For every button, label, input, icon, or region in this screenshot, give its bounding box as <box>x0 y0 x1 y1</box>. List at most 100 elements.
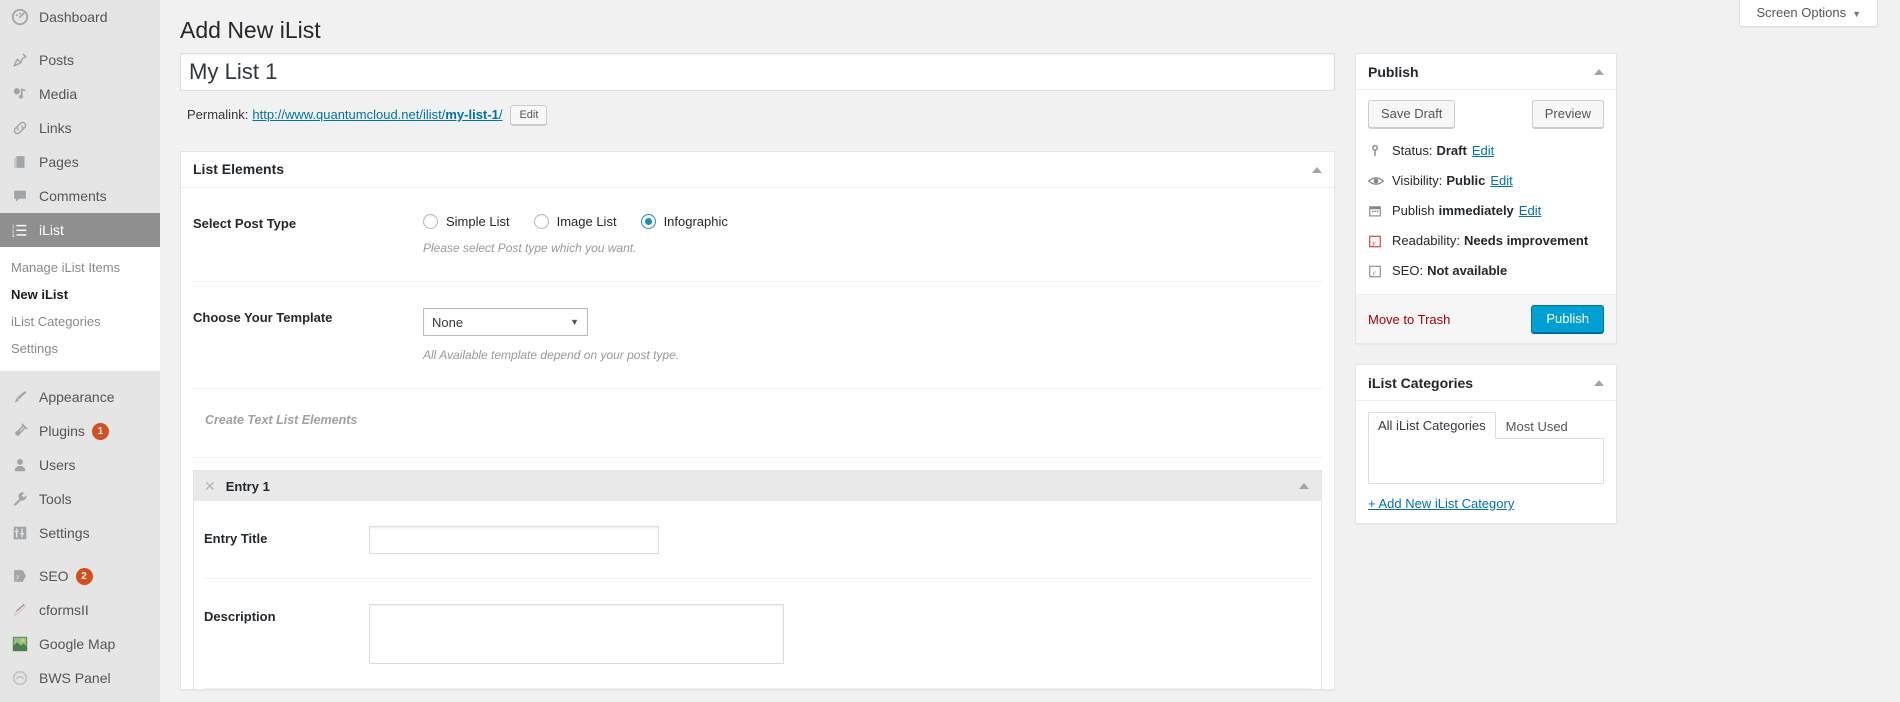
status-label: Status: <box>1392 143 1433 158</box>
select-post-type-label: Select Post Type <box>193 216 297 231</box>
screen-options-label: Screen Options <box>1756 5 1847 20</box>
svg-text:y: y <box>15 572 20 581</box>
permalink-trailing: / <box>498 107 503 122</box>
permalink-link[interactable]: http://www.quantumcloud.net/ilist/my-lis… <box>252 103 502 127</box>
entry-description-textarea[interactable] <box>369 604 784 664</box>
ilist-submenu: Manage iList Items New iList iList Categ… <box>0 247 160 371</box>
choose-template-row: Choose Your Template None ▼ All Availabl… <box>193 282 1322 389</box>
sidebar-item-bws-panel[interactable]: BWS Panel <box>0 661 160 695</box>
sidebar-item-users[interactable]: Users <box>0 448 160 482</box>
post-title-input[interactable] <box>180 53 1335 91</box>
visibility-row: Visibility: Public Edit <box>1368 166 1604 196</box>
readability-value: Needs improvement <box>1463 233 1589 248</box>
save-draft-button[interactable]: Save Draft <box>1368 100 1456 128</box>
sidebar-item-label: Pages <box>39 154 79 170</box>
sidebar-item-dashboard[interactable]: Dashboard <box>0 0 160 34</box>
sidebar-item-label: Tools <box>39 491 72 507</box>
pencil-icon <box>10 600 30 620</box>
sidebar-item-tools[interactable]: Tools <box>0 482 160 516</box>
wrench-icon <box>10 489 30 509</box>
radio-label: Infographic <box>663 214 728 229</box>
list-elements-panel-body: Select Post Type Simple List Image List … <box>181 188 1334 689</box>
sidebar-item-label: Comments <box>39 188 107 204</box>
sidebar-item-label: BWS Panel <box>39 670 111 686</box>
radio-label: Image List <box>556 214 617 229</box>
submenu-item-settings[interactable]: Settings <box>0 335 160 362</box>
svg-text:y: y <box>1371 268 1376 277</box>
template-selected-value: None <box>432 314 464 330</box>
radio-circle-icon <box>533 214 549 229</box>
edit-form-columns: Permalink: http://www.quantumcloud.net/i… <box>160 53 1900 690</box>
main-content-area: Screen Options ▼ Add New iList Permalink:… <box>160 0 1900 702</box>
category-tabs: All iList Categories Most Used <box>1368 411 1604 439</box>
list-elements-panel-header[interactable]: List Elements <box>181 152 1334 188</box>
post-type-radio-group: Simple List Image List Infographic <box>423 214 1322 229</box>
submenu-item-ilist-categories[interactable]: iList Categories <box>0 308 160 335</box>
edit-status-link[interactable]: Edit <box>1472 142 1494 160</box>
tab-most-used[interactable]: Most Used <box>1496 413 1578 439</box>
sidebar-item-posts[interactable]: Posts <box>0 43 160 77</box>
sidebar-item-label: Links <box>39 120 72 136</box>
sidebar-item-label: Plugins <box>39 423 85 439</box>
radio-image-list[interactable]: Image List <box>533 214 617 229</box>
yoast-grey-icon: y <box>1368 264 1388 279</box>
svg-text:3: 3 <box>12 233 15 238</box>
sidebar-item-label: iList <box>39 222 64 238</box>
publish-panel-title: Publish <box>1368 63 1419 80</box>
entry-title-text: Entry 1 <box>225 478 270 494</box>
sidebar-item-cformsii[interactable]: cformsII <box>0 593 160 627</box>
sidebar-item-pages[interactable]: Pages <box>0 145 160 179</box>
sidebar-item-plugins[interactable]: Plugins 1 <box>0 414 160 448</box>
sidebar-item-label: Appearance <box>39 389 115 405</box>
pages-icon <box>10 152 30 172</box>
edit-publish-date-link[interactable]: Edit <box>1519 202 1541 220</box>
screen-options-button[interactable]: Screen Options ▼ <box>1739 0 1878 27</box>
brush-icon <box>10 387 30 407</box>
edit-permalink-button[interactable]: Edit <box>510 105 548 125</box>
sidebar-item-seo[interactable]: y SEO 2 <box>0 559 160 593</box>
ilist-categories-panel-header[interactable]: iList Categories <box>1356 365 1616 401</box>
sidebar-item-label: Dashboard <box>39 9 108 25</box>
close-icon[interactable]: ✕ <box>204 479 216 493</box>
chevron-up-icon[interactable] <box>1299 483 1309 489</box>
submenu-item-new-ilist[interactable]: New iList <box>0 281 160 308</box>
admin-screen: Dashboard Posts Media Links Pages Commen… <box>0 0 1900 702</box>
template-select[interactable]: None ▼ <box>423 308 588 336</box>
publish-panel: Publish Save Draft Preview Status: Draft… <box>1355 53 1617 344</box>
entry-title-input[interactable] <box>369 526 659 554</box>
list-icon: 123 <box>10 220 30 240</box>
edit-visibility-link[interactable]: Edit <box>1490 172 1512 190</box>
publish-button[interactable]: Publish <box>1531 305 1604 333</box>
post-sidebar: Publish Save Draft Preview Status: Draft… <box>1355 53 1617 544</box>
submenu-item-manage-ilist-items[interactable]: Manage iList Items <box>0 254 160 281</box>
sidebar-item-google-map[interactable]: Google Map <box>0 627 160 661</box>
readability-label: Readability: <box>1392 233 1460 248</box>
sidebar-item-label: Posts <box>39 52 75 68</box>
comment-icon <box>10 186 30 206</box>
permalink-base: http://www.quantumcloud.net/ilist/ <box>252 107 446 122</box>
sidebar-item-comments[interactable]: Comments <box>0 179 160 213</box>
radio-label: Simple List <box>446 214 510 229</box>
sidebar-item-label: Media <box>39 86 78 102</box>
sidebar-item-settings[interactable]: Settings <box>0 516 160 550</box>
entry-description-label: Description <box>204 609 276 624</box>
tab-all-ilist-categories[interactable]: All iList Categories <box>1368 412 1496 439</box>
sidebar-item-ilist[interactable]: 123 iList <box>0 213 160 247</box>
post-type-description: Please select Post type which you want. <box>423 241 637 255</box>
radio-simple-list[interactable]: Simple List <box>423 214 510 229</box>
chevron-up-icon[interactable] <box>1312 166 1322 173</box>
radio-infographic[interactable]: Infographic <box>640 214 728 229</box>
entry-header[interactable]: ✕ Entry 1 <box>194 471 1321 501</box>
category-list-box[interactable] <box>1368 439 1604 484</box>
entry-header-left: ✕ Entry 1 <box>204 479 270 494</box>
preview-button[interactable]: Preview <box>1531 100 1604 128</box>
chevron-up-icon[interactable] <box>1594 68 1604 75</box>
permalink-label: Permalink: <box>187 107 249 122</box>
add-new-ilist-category-link[interactable]: + Add New iList Category <box>1368 496 1514 511</box>
publish-panel-header[interactable]: Publish <box>1356 54 1616 90</box>
sidebar-item-media[interactable]: Media <box>0 77 160 111</box>
chevron-up-icon[interactable] <box>1594 379 1604 386</box>
move-to-trash-link[interactable]: Move to Trash <box>1368 312 1450 327</box>
sidebar-item-links[interactable]: Links <box>0 111 160 145</box>
sidebar-item-appearance[interactable]: Appearance <box>0 380 160 414</box>
